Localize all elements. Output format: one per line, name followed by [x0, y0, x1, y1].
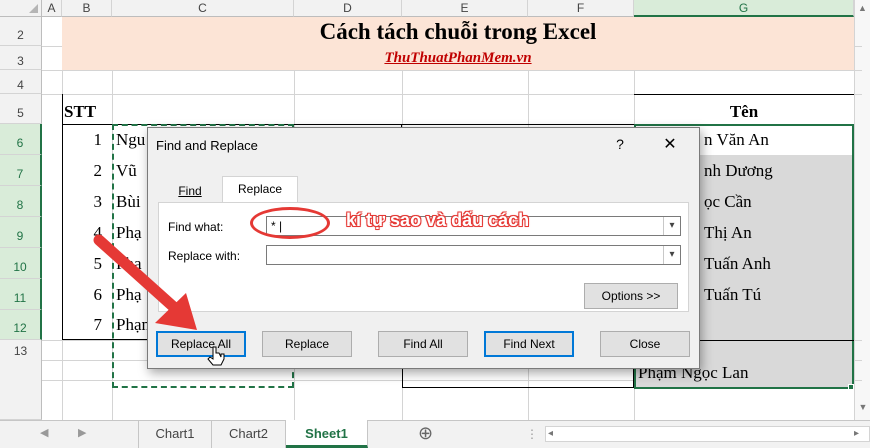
annotation-ellipse: [250, 207, 330, 239]
row-header-12[interactable]: 12: [0, 310, 42, 340]
options-button[interactable]: Options >>: [584, 283, 678, 309]
tab-sheet1-label: Sheet1: [305, 426, 348, 441]
ten-1: n Văn An: [704, 130, 769, 149]
stt-2: 2: [93, 161, 103, 180]
vertical-scrollbar[interactable]: ▲ ▼: [854, 0, 870, 420]
name-2: Vũ: [116, 161, 137, 180]
row-header-5[interactable]: 5: [0, 94, 42, 124]
sheet-title: Cách tách chuỗi trong Excel: [319, 19, 597, 44]
scroll-down-icon[interactable]: ▼: [855, 402, 870, 412]
row-header-13[interactable]: 13: [0, 340, 42, 420]
ten-4: Thị An: [704, 223, 752, 242]
row-header-7[interactable]: 7: [0, 155, 42, 186]
name-3: Bùi: [116, 192, 141, 211]
row-header-2[interactable]: 2: [0, 17, 42, 46]
tab-replace-label: Replace: [237, 182, 283, 196]
row-header-10[interactable]: 10: [0, 248, 42, 279]
replace-button[interactable]: Replace: [262, 331, 352, 357]
stt-3: 3: [93, 192, 103, 211]
select-all-corner[interactable]: [0, 0, 42, 17]
tab-find-label: Find: [178, 184, 202, 198]
ten-2: nh Dương: [704, 161, 773, 180]
ten-3: ọc Cần: [704, 192, 752, 211]
tab-replace[interactable]: Replace: [222, 176, 298, 203]
close-icon[interactable]: ✕: [658, 134, 682, 154]
column-header-e[interactable]: E: [402, 0, 528, 17]
tab-sheet1[interactable]: Sheet1: [286, 420, 368, 448]
close-button[interactable]: Close: [600, 331, 690, 357]
ten-5: Tuấn Anh: [704, 254, 771, 273]
hscroll-split-icon[interactable]: ⋮: [526, 427, 538, 441]
column-header-b[interactable]: B: [62, 0, 112, 17]
row-header-6[interactable]: 6: [0, 124, 42, 155]
horizontal-scrollbar[interactable]: ◂ ▸: [545, 426, 870, 442]
row-header-9[interactable]: 9: [0, 217, 42, 248]
tab-scroll-left-icon[interactable]: ◀: [40, 426, 48, 439]
tab-chart1[interactable]: Chart1: [138, 420, 212, 448]
dialog-title: Find and Replace: [156, 138, 258, 153]
tab-find[interactable]: Find: [168, 181, 212, 202]
column-header-g[interactable]: G: [634, 0, 854, 17]
column-header-f[interactable]: F: [528, 0, 634, 17]
ten-6: Tuấn Tú: [704, 285, 762, 304]
hscroll-right-icon[interactable]: ▸: [854, 428, 859, 439]
tab-scroll-right-icon[interactable]: ▶: [78, 426, 86, 439]
header-border-top-ten: [634, 94, 854, 95]
scroll-up-icon[interactable]: ▲: [855, 0, 870, 16]
sheet-link[interactable]: ThuThuatPhanMem.vn: [62, 46, 854, 70]
row-header-4[interactable]: 4: [0, 70, 42, 94]
mouse-cursor-icon: [207, 346, 225, 366]
replace-with-input[interactable]: ▾: [266, 245, 681, 265]
column-header-c[interactable]: C: [112, 0, 294, 17]
replace-dropdown-icon[interactable]: ▾: [663, 246, 680, 264]
tab-chart2[interactable]: Chart2: [212, 420, 286, 448]
header-stt: STT: [64, 102, 97, 121]
name-1: Ngu: [116, 130, 146, 149]
header-border-b: [62, 94, 63, 125]
column-header-a[interactable]: A: [42, 0, 62, 17]
corner-triangle-icon: [29, 4, 38, 13]
header-ten: Tên: [729, 102, 759, 121]
annotation-text: kí tự sao và dấu cách: [346, 210, 530, 230]
row-header-8[interactable]: 8: [0, 186, 42, 217]
row-header-11[interactable]: 11: [0, 279, 42, 310]
annotation-arrow-icon: [93, 234, 197, 330]
find-next-button[interactable]: Find Next: [484, 331, 574, 357]
stt-1: 1: [93, 130, 103, 149]
find-all-button[interactable]: Find All: [378, 331, 468, 357]
find-dropdown-icon[interactable]: ▾: [663, 217, 680, 235]
find-replace-dialog: Find and Replace ? ✕ Find Replace Find w…: [147, 127, 700, 369]
row-header-3[interactable]: 3: [0, 46, 42, 70]
hscroll-left-icon[interactable]: ◂: [548, 428, 553, 439]
column-header-d[interactable]: D: [294, 0, 402, 17]
help-button[interactable]: ?: [610, 136, 630, 152]
gridline: [42, 70, 862, 71]
add-sheet-icon[interactable]: ⊕: [418, 423, 433, 444]
